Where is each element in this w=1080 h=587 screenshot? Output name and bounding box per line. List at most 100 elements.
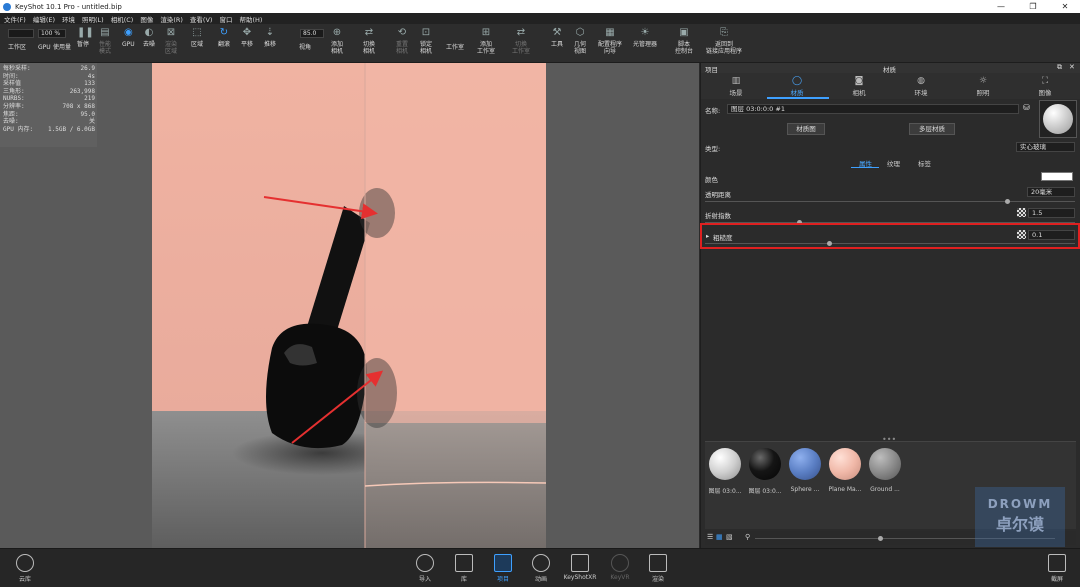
- refraction-input[interactable]: 1.5: [1028, 208, 1075, 218]
- tool-gpu[interactable]: ◉ GPU: [122, 27, 135, 48]
- color-swatch[interactable]: [1041, 172, 1073, 181]
- grid-view-icon[interactable]: ▦: [716, 533, 723, 541]
- stat-row: GPU 内存: 1.5GB / 6.0GB: [3, 125, 95, 133]
- library-material-swatch[interactable]: [829, 448, 861, 480]
- save-material-icon[interactable]: ⛁: [1023, 103, 1030, 112]
- stat-row: 分辨率: 708 x 868: [3, 102, 95, 110]
- tool-add-camera[interactable]: ⊕ 添加 相机: [331, 27, 343, 55]
- project-button[interactable]: 项目: [486, 554, 520, 583]
- transparency-input[interactable]: 20毫米: [1027, 187, 1075, 197]
- tab-scene[interactable]: ▥ 场景: [716, 76, 756, 97]
- material-graph-button[interactable]: 材质图: [787, 123, 825, 135]
- tool-configurator-wizard[interactable]: ▦ 配置程序 向导: [598, 27, 622, 55]
- library-material-swatch[interactable]: [749, 448, 781, 480]
- keyvr-button[interactable]: KeyVR: [603, 554, 637, 581]
- tab-material[interactable]: ◯ 材质: [777, 76, 817, 97]
- screenshot-button[interactable]: 截屏: [1040, 554, 1074, 583]
- tool-pan[interactable]: ✥ 平移: [241, 27, 253, 48]
- library-material-label: Sphere ...: [790, 486, 820, 493]
- transparency-slider-knob[interactable]: [1005, 199, 1010, 204]
- tool-workspace[interactable]: 工作区: [8, 44, 26, 51]
- tool-lock-camera[interactable]: ⊡ 锁定 相机: [420, 27, 432, 55]
- tool-dolly[interactable]: ⇣ 推移: [264, 27, 276, 48]
- library-material-label: Ground ...: [870, 486, 900, 493]
- cloud-icon: [16, 554, 34, 572]
- transparency-slider[interactable]: [705, 201, 1075, 202]
- gpu-icon: ◉: [123, 27, 133, 38]
- tab-lighting[interactable]: ☼ 照明: [963, 76, 1003, 97]
- thumbnail-view-icon[interactable]: ▧: [726, 533, 733, 541]
- import-icon: [416, 554, 434, 572]
- render-camera-icon: [649, 554, 667, 572]
- environment-icon: ◍: [917, 76, 925, 86]
- tool-usage[interactable]: 使用量: [53, 44, 71, 51]
- tool-pause[interactable]: ❚❚ 暂停: [77, 27, 94, 48]
- menu-render[interactable]: 渲染(R): [160, 14, 183, 24]
- type-label: 类型:: [705, 145, 721, 153]
- tool-tumble[interactable]: ↻ 翻滚: [218, 27, 230, 48]
- menu-help[interactable]: 帮助(H): [239, 14, 262, 24]
- search-icon[interactable]: ⚲: [745, 533, 750, 541]
- menu-edit[interactable]: 编辑(E): [33, 14, 55, 24]
- tool-light-manager[interactable]: ☀ 光管理器: [633, 27, 657, 48]
- cloud-library-button[interactable]: 云库: [8, 554, 42, 583]
- render-viewport[interactable]: [152, 63, 546, 548]
- tab-environment[interactable]: ◍ 环境: [901, 76, 941, 97]
- refraction-texture-icon[interactable]: [1017, 208, 1026, 217]
- undock-icon[interactable]: ⧉: [1057, 63, 1062, 72]
- tool-script-console[interactable]: ▣ 脚本 控制台: [675, 27, 693, 55]
- main-toolbar: 100 % 工作区 GPU 使用量 ❚❚ 暂停 ▤ 性能 模式 ◉ GPU ◐ 去噪 ⊠…: [0, 24, 1080, 63]
- tool-return-linked-app[interactable]: ⎘ 返回到 链接应用程序: [706, 27, 742, 55]
- tool-performance-mode[interactable]: ▤ 性能 模式: [99, 27, 111, 55]
- menu-window[interactable]: 窗口: [219, 14, 232, 24]
- list-view-icon[interactable]: ☰: [707, 533, 713, 541]
- menu-view[interactable]: 查看(V): [190, 14, 213, 24]
- material-type-dropdown[interactable]: 实心玻璃: [1016, 142, 1075, 152]
- menu-environment[interactable]: 环境: [62, 14, 75, 24]
- tool-switch-camera[interactable]: ⇄ 切换 相机: [363, 27, 375, 55]
- material-icon: ◯: [792, 76, 803, 86]
- vr-headset-icon: [611, 554, 629, 572]
- import-button[interactable]: 导入: [408, 554, 442, 583]
- menu-image[interactable]: 图像: [140, 14, 153, 24]
- library-material-swatch[interactable]: [869, 448, 901, 480]
- maximize-button[interactable]: ❐: [1018, 0, 1048, 13]
- minimize-button[interactable]: —: [986, 0, 1016, 13]
- material-name-field[interactable]: 图层 03:0:0:0 #1: [727, 104, 1019, 114]
- subtab-labels[interactable]: 标签: [918, 158, 931, 168]
- transparency-label: 透明距离: [705, 191, 731, 199]
- tab-camera[interactable]: ◙ 相机: [839, 76, 879, 97]
- render-button[interactable]: 渲染: [641, 554, 675, 583]
- menu-camera[interactable]: 相机(C): [111, 14, 134, 24]
- workspace-dropdown[interactable]: [8, 29, 34, 38]
- pause-icon: ❚❚: [77, 27, 94, 38]
- animation-button[interactable]: 动画: [524, 554, 558, 583]
- tool-add-studio[interactable]: ⊞ 添加 工作室: [477, 27, 495, 55]
- tool-denoise[interactable]: ◐ 去噪: [143, 27, 155, 48]
- tool-region[interactable]: ⬚ 区域: [191, 27, 203, 48]
- tool-geometry-view[interactable]: ⬡ 几何 视图: [574, 27, 586, 55]
- dolly-icon: ⇣: [265, 27, 275, 38]
- zoom-input[interactable]: 100 %: [38, 29, 66, 38]
- library-material-swatch[interactable]: [789, 448, 821, 480]
- bulb-icon: ☼: [978, 76, 988, 86]
- tab-image[interactable]: ⛶ 图像: [1025, 76, 1065, 97]
- menu-file[interactable]: 文件(F): [4, 14, 26, 24]
- subtab-textures[interactable]: 纹理: [887, 158, 900, 168]
- multi-material-button[interactable]: 多层材质: [909, 123, 955, 135]
- stat-row: 每秒采样: 26.9: [3, 65, 95, 72]
- tool-switch-studio[interactable]: ⇄ 切换 工作室: [512, 27, 530, 55]
- tool-render-region[interactable]: ⊠ 渲染 区域: [165, 27, 177, 55]
- library-button[interactable]: 库: [447, 554, 481, 583]
- thumbnail-size-knob[interactable]: [878, 536, 883, 541]
- menu-lighting[interactable]: 照明(L): [82, 14, 104, 24]
- tool-tools[interactable]: ⚒ 工具: [551, 27, 563, 48]
- keyshotxr-button[interactable]: KeyShotXR: [563, 554, 597, 581]
- watermark-logo: DROWM 卓尔谟: [975, 487, 1065, 547]
- fov-input[interactable]: 85.0: [300, 29, 324, 38]
- panel-close-icon[interactable]: ✕: [1069, 63, 1075, 71]
- library-material-swatch[interactable]: [709, 448, 741, 480]
- tool-reset-camera[interactable]: ⟲ 重置 相机: [396, 27, 408, 55]
- close-button[interactable]: ✕: [1050, 0, 1080, 13]
- tool-studio[interactable]: 工作室: [446, 44, 464, 51]
